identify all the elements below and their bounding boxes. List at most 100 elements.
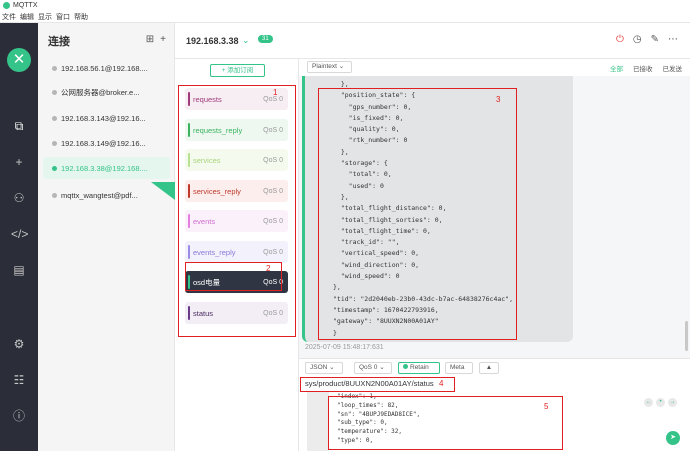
connection-item-active[interactable]: 192.168.3.38@192.168.... — [43, 157, 170, 179]
subscription-qos: QoS 0 — [263, 187, 283, 195]
disconnect-icon[interactable]: ⏻ — [616, 34, 624, 45]
more-icon[interactable]: ⋯ — [668, 34, 678, 45]
subscription-item[interactable]: requests_reply QoS 0 — [185, 119, 288, 141]
chevron-down-icon: ⌄ — [379, 364, 385, 371]
filter-all[interactable]: 全部 — [610, 63, 623, 73]
subscription-item[interactable]: events_reply QoS 0 — [185, 241, 288, 263]
color-bar — [188, 245, 190, 259]
annotation-label-5: 5 — [544, 402, 549, 411]
log-icon[interactable]: ▤ — [11, 262, 27, 278]
add-subscription-button[interactable]: + 添加订阅 — [210, 64, 265, 77]
status-dot — [52, 115, 57, 121]
subscriptions-panel: + 添加订阅 requests QoS 0 requests_reply QoS… — [175, 59, 299, 451]
dot-icon[interactable]: • — [656, 398, 665, 407]
chevron-down-icon[interactable]: ⌄ — [242, 35, 250, 46]
subscription-qos: QoS 0 — [263, 309, 283, 317]
meta-button[interactable]: Meta — [445, 362, 473, 374]
subscription-item[interactable]: services QoS 0 — [185, 149, 288, 171]
annotation-label-4: 4 — [439, 379, 444, 388]
menu-edit[interactable]: 编辑 — [20, 12, 34, 22]
filter-received[interactable]: 已接收 — [633, 63, 653, 73]
collapse-up-icon[interactable]: ▲ — [479, 362, 499, 374]
menu-bar: 文件 编辑 显示 窗口 帮助 — [0, 11, 690, 23]
window-title: MQTTX — [13, 2, 38, 9]
script-icon[interactable]: </> — [11, 226, 28, 242]
subscription-topic: status — [193, 308, 214, 318]
publish-format-select[interactable]: JSON ⌄ — [305, 362, 343, 374]
message-count-badge: 31 — [258, 35, 273, 43]
message-bubble[interactable]: }, "position_state": { "gps_number": 0, … — [302, 76, 573, 342]
connections-panel: 连接 ⊞ + 192.168.56.1@192.168.... 公网服务器@br… — [38, 23, 175, 451]
subscription-topic: osd电量 — [193, 277, 221, 287]
connection-item[interactable]: 192.168.3.149@192.16... — [43, 132, 170, 154]
header-actions: ⏻ ◷ ✎ ⋯ — [616, 34, 678, 45]
filter-sent[interactable]: 已发送 — [663, 63, 683, 73]
connection-label: 公网服务器@broker.e... — [61, 87, 140, 97]
connection-item[interactable]: 公网服务器@broker.e... — [43, 81, 170, 103]
subscription-item[interactable]: status QoS 0 — [185, 302, 288, 324]
color-bar — [188, 306, 190, 320]
subscription-topic: services — [193, 155, 221, 165]
about-icon[interactable]: ⓘ — [11, 408, 27, 424]
subscription-qos: QoS 0 — [263, 217, 283, 225]
connection-host: 192.168.3.38 — [186, 36, 239, 46]
publish-format-label: JSON — [310, 364, 328, 371]
color-bar — [188, 275, 190, 289]
subscription-qos: QoS 0 — [263, 248, 283, 256]
editor-gutter — [307, 392, 329, 451]
connection-item[interactable]: 192.168.56.1@192.168.... — [43, 57, 170, 79]
connection-label: 192.168.3.149@192.16... — [61, 138, 146, 148]
subscription-topic: requests — [193, 94, 222, 104]
title-bar: MQTTX — [0, 0, 690, 11]
annotation-label-1: 1 — [273, 88, 278, 97]
connection-item[interactable]: mqttx_wangtest@pdf... — [43, 184, 170, 206]
settings-icon[interactable]: ⚙ — [11, 336, 27, 352]
message-timestamp: 2025-07-09 15:48:17:631 — [305, 344, 384, 351]
topology-icon[interactable]: ⚇ — [11, 190, 27, 206]
publish-qos-label: QoS 0 — [359, 364, 378, 371]
connection-item[interactable]: 192.168.3.143@192.16... — [43, 107, 170, 129]
messages-scrollbar[interactable] — [685, 321, 688, 351]
subscription-item-active[interactable]: osd电量 QoS 0 — [185, 271, 288, 293]
connections-actions: ⊞ + — [146, 34, 166, 45]
chevron-down-icon: ⌄ — [329, 364, 335, 371]
color-bar — [188, 92, 190, 106]
arrow-left-icon[interactable]: ← — [644, 398, 653, 407]
chevron-down-icon: ⌄ — [338, 63, 345, 70]
color-bar — [188, 214, 190, 228]
message-filter-tabs: 全部 已接收 已发送 — [610, 63, 682, 73]
new-folder-icon[interactable]: ⊞ — [146, 34, 154, 45]
payload-history-nav: ← • → — [644, 398, 677, 407]
new-connection-button[interactable]: + — [160, 34, 166, 45]
retain-toggle[interactable]: Retain — [398, 362, 440, 374]
publish-payload-editor[interactable]: "index": 1, "loop_times": 82, "sn": "4BU… — [299, 392, 690, 451]
menu-file[interactable]: 文件 — [2, 12, 16, 22]
format-label: Plaintext — [312, 63, 337, 70]
nav-rail: ✕ ⧉ + ⚇ </> ▤ ⚙ ☷ ⓘ — [0, 23, 38, 451]
message-payload: }, "position_state": { "gps_number": 0, … — [333, 80, 514, 337]
publish-topic-input[interactable]: sys/product/8UUXN2N00A01AY/status — [299, 376, 690, 392]
menu-help[interactable]: 帮助 — [74, 12, 88, 22]
subscription-qos: QoS 0 — [263, 156, 283, 164]
status-dot — [52, 192, 57, 198]
connections-icon[interactable]: ⧉ — [11, 118, 27, 134]
subscription-item[interactable]: services_reply QoS 0 — [185, 180, 288, 202]
messages-toolbar: Plaintext ⌄ 全部 已接收 已发送 — [299, 59, 690, 76]
status-dot — [52, 65, 57, 71]
send-button[interactable]: ➤ — [666, 431, 680, 445]
new-connection-icon[interactable]: + — [11, 154, 27, 170]
menu-view[interactable]: 显示 — [38, 12, 52, 22]
menu-window[interactable]: 窗口 — [56, 12, 70, 22]
retain-label: Retain — [410, 364, 429, 371]
payload-format-select[interactable]: Plaintext ⌄ — [307, 61, 352, 73]
history-icon[interactable]: ◷ — [633, 34, 642, 45]
publish-qos-select[interactable]: QoS 0 ⌄ — [354, 362, 392, 374]
feed-icon[interactable]: ☷ — [11, 372, 27, 388]
subscription-item[interactable]: events QoS 0 — [185, 210, 288, 232]
status-dot — [52, 165, 57, 171]
connections-title: 连接 — [48, 36, 70, 48]
publish-payload-text: "index": 1, "loop_times": 82, "sn": "4BU… — [337, 393, 421, 444]
edit-icon[interactable]: ✎ — [651, 34, 659, 45]
color-bar — [188, 123, 190, 137]
arrow-right-icon[interactable]: → — [668, 398, 677, 407]
